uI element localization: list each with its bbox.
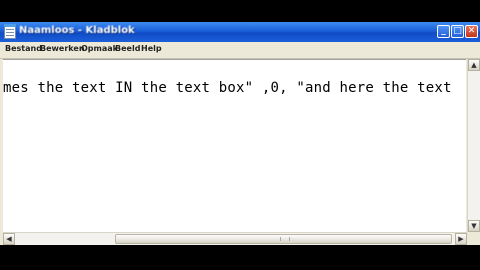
vertical-scrollbar[interactable]: ▲ ▼ (467, 59, 480, 232)
horizontal-scrollbar[interactable]: ◀ ▶ (3, 232, 467, 245)
menu-bewerken[interactable]: Bewerken (40, 44, 85, 53)
close-button[interactable]: ✕ (465, 25, 478, 38)
minimize-button[interactable]: _ (437, 25, 450, 38)
scrollbar-corner (467, 232, 480, 245)
scroll-left-icon[interactable]: ◀ (3, 233, 15, 245)
editor-text-line: mes the text IN the text box" ,0, "and h… (3, 80, 452, 96)
menu-bar: Bestand Bewerken Opmaak Beeld Help (0, 42, 480, 59)
menu-bestand[interactable]: Bestand (5, 44, 42, 53)
horizontal-scroll-thumb[interactable] (115, 234, 452, 244)
text-editor-area[interactable]: mes the text IN the text box" ,0, "and h… (3, 59, 466, 233)
menu-help[interactable]: Help (141, 44, 162, 53)
scroll-down-icon[interactable]: ▼ (468, 220, 480, 232)
notepad-app-icon[interactable] (4, 24, 16, 39)
window-title: Naamloos - Kladblok (19, 25, 135, 36)
scroll-right-icon[interactable]: ▶ (455, 233, 467, 245)
scroll-up-icon[interactable]: ▲ (468, 59, 480, 71)
notepad-window: Naamloos - Kladblok _ □ ✕ Bestand Bewerk… (0, 22, 480, 245)
title-bar[interactable]: Naamloos - Kladblok _ □ ✕ (0, 22, 480, 42)
menu-beeld[interactable]: Beeld (115, 44, 140, 53)
maximize-button[interactable]: □ (451, 25, 464, 38)
menu-opmaak[interactable]: Opmaak (81, 44, 118, 53)
scroll-grip-icon (280, 237, 290, 241)
